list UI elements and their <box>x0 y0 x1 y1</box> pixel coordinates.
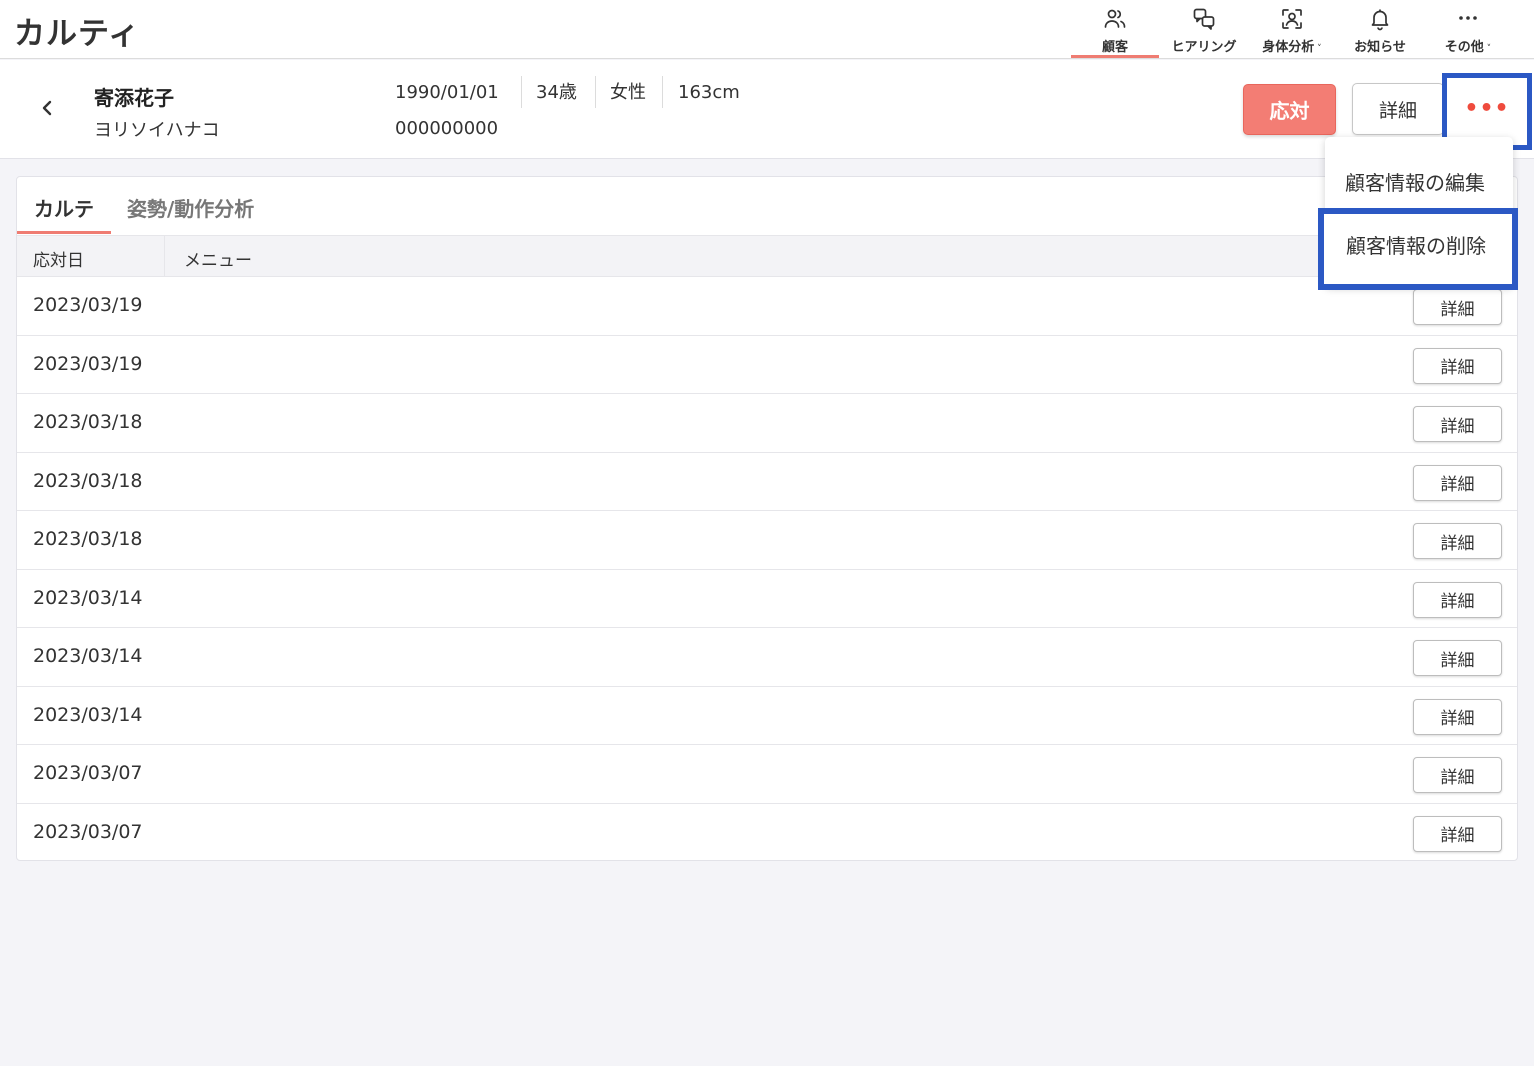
nav-item-other[interactable]: その他 ˅ <box>1424 0 1512 58</box>
column-header-date: 応対日 <box>33 251 84 271</box>
customer-height: 163cm <box>678 82 740 103</box>
row-date: 2023/03/19 <box>33 352 143 375</box>
row-detail-button[interactable]: 詳細 <box>1413 698 1502 735</box>
more-dots-icon: ••• <box>1464 96 1510 121</box>
row-date: 2023/03/18 <box>33 411 143 433</box>
row-date: 2023/03/18 <box>33 469 143 492</box>
table-row: 2023/03/19 詳細 <box>17 277 1517 336</box>
customer-birthdate: 1990/01/01 <box>395 82 499 103</box>
table-row: 2023/03/07 詳細 <box>17 804 1517 863</box>
row-detail-button[interactable]: 詳細 <box>1413 815 1502 852</box>
row-detail-button[interactable]: 詳細 <box>1413 347 1502 384</box>
active-tab-underline <box>17 231 111 234</box>
nav-item-body-analysis[interactable]: 身体分析 ˅ <box>1248 0 1336 58</box>
body-scan-icon <box>1282 9 1302 29</box>
table-header: 応対日 メニュー <box>17 235 1517 277</box>
row-detail-button[interactable]: 詳細 <box>1413 406 1502 442</box>
customer-gender: 女性 <box>610 82 646 103</box>
table-row: 2023/03/19 詳細 <box>17 336 1517 394</box>
top-navigation-bar: カルティ 顧客 ヒアリング 身体分析 ˅ お知らせ その他 ˅ <box>0 0 1534 59</box>
row-date: 2023/03/07 <box>33 820 143 843</box>
users-icon <box>1104 9 1126 28</box>
nav-label-customers: 顧客 <box>1101 40 1128 55</box>
customer-age: 34歳 <box>536 82 577 103</box>
table-row: 2023/03/07 詳細 <box>17 745 1517 804</box>
nav-label-body-analysis-text: 身体分析 <box>1262 40 1315 55</box>
bell-icon <box>1371 9 1389 31</box>
customer-kana: ヨリソイハナコ <box>94 120 220 141</box>
meta-divider <box>662 76 663 108</box>
row-detail-button[interactable]: 詳細 <box>1413 757 1502 793</box>
nav-label-hearing: ヒアリング <box>1171 40 1237 55</box>
row-detail-button[interactable]: 詳細 <box>1413 640 1502 676</box>
customer-id: 000000000 <box>395 118 499 139</box>
active-tab-indicator <box>1071 55 1159 58</box>
row-date: 2023/03/14 <box>33 586 143 609</box>
table-row: 2023/03/14 詳細 <box>17 628 1517 687</box>
menu-item-edit-customer[interactable]: 顧客情報の編集 <box>1345 167 1485 196</box>
row-detail-button[interactable]: 詳細 <box>1413 581 1502 618</box>
nav-item-customers[interactable]: 顧客 <box>1071 0 1159 58</box>
nav-label-other: その他 ˅ <box>1424 36 1512 55</box>
respond-button[interactable]: 応対 <box>1243 84 1336 135</box>
meta-divider <box>595 76 596 108</box>
nav-label-notifications: お知らせ <box>1354 40 1406 55</box>
row-detail-button[interactable]: 詳細 <box>1413 289 1502 325</box>
row-date: 2023/03/18 <box>33 528 143 550</box>
row-date: 2023/03/19 <box>33 294 143 316</box>
more-icon <box>1459 16 1477 20</box>
table-row: 2023/03/18 詳細 <box>17 453 1517 511</box>
row-detail-button[interactable]: 詳細 <box>1413 464 1502 501</box>
nav-item-hearing[interactable]: ヒアリング <box>1160 0 1248 58</box>
customer-detail-button[interactable]: 詳細 <box>1352 83 1444 135</box>
column-header-menu: メニュー <box>184 251 252 271</box>
meta-divider <box>521 76 522 108</box>
tab-karte[interactable]: カルテ <box>34 193 94 222</box>
back-arrow-icon[interactable] <box>38 96 56 120</box>
karte-list: 2023/03/19 詳細 2023/03/19 詳細 2023/03/18 詳細 2… <box>17 277 1517 862</box>
nav-label-body-analysis: 身体分析 ˅ <box>1248 36 1336 55</box>
nav-label-other-text: その他 <box>1444 40 1484 55</box>
row-date: 2023/03/14 <box>33 703 143 726</box>
row-date: 2023/03/07 <box>33 762 143 784</box>
row-detail-button[interactable]: 詳細 <box>1413 523 1502 559</box>
table-row: 2023/03/14 詳細 <box>17 687 1517 745</box>
customer-name: 寄添花子 <box>94 86 174 110</box>
menu-item-delete-customer[interactable]: 顧客情報の削除 <box>1318 208 1518 290</box>
column-divider <box>164 236 165 276</box>
table-row: 2023/03/18 詳細 <box>17 394 1517 453</box>
karte-card: カルテ 姿勢/動作分析 応対日 メニュー 2023/03/19 詳細 2023/0… <box>16 176 1518 861</box>
chevron-down-icon: ˅ <box>1483 44 1492 54</box>
nav-item-notifications[interactable]: お知らせ <box>1336 0 1424 58</box>
row-date: 2023/03/14 <box>33 645 143 667</box>
table-row: 2023/03/18 詳細 <box>17 511 1517 570</box>
table-row: 2023/03/14 詳細 <box>17 570 1517 628</box>
app-logo[interactable]: カルティ <box>14 8 140 53</box>
chat-icon <box>1193 8 1215 30</box>
menu-item-delete-label: 顧客情報の削除 <box>1346 234 1486 258</box>
chevron-down-icon: ˅ <box>1314 44 1322 54</box>
customer-header: 寄添花子 ヨリソイハナコ 1990/01/01 34歳 女性 163cm 000… <box>0 60 1534 159</box>
tab-posture-analysis[interactable]: 姿勢/動作分析 <box>127 193 254 222</box>
